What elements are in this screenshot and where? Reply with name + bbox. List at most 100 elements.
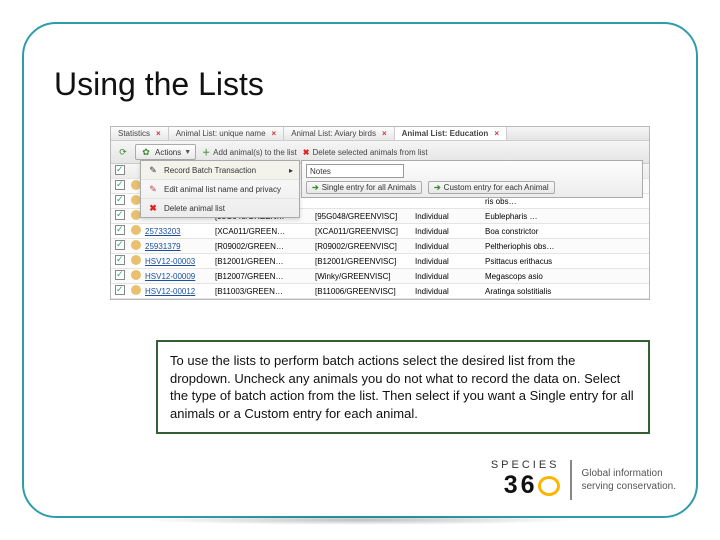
cell-b: [B11006/GREENVISC] xyxy=(313,287,413,296)
globe-icon xyxy=(538,476,560,496)
cell-b: [XCA011/GREENVISC] xyxy=(313,227,413,236)
tab-statistics[interactable]: Statistics × xyxy=(111,127,169,140)
cell-c: Individual xyxy=(413,287,483,296)
row-checkbox[interactable] xyxy=(115,255,125,265)
brand-logo: 36 xyxy=(491,471,560,500)
plus-icon: ＋ xyxy=(202,147,210,158)
cell-a: [B12001/GREEN… xyxy=(213,257,313,266)
edit-icon: ✎ xyxy=(147,183,159,195)
arrow-right-icon: ➔ xyxy=(312,183,319,192)
notes-input[interactable] xyxy=(306,164,404,178)
sex-icon xyxy=(131,255,141,265)
arrow-right-icon: ➔ xyxy=(434,183,441,192)
row-checkbox[interactable] xyxy=(115,225,125,235)
select-all-checkbox[interactable] xyxy=(115,165,125,175)
table-row: HSV12-00009 [B12007/GREEN…[Winky/GREENVIS… xyxy=(111,269,649,284)
cell-b: [B12001/GREENVISC] xyxy=(313,257,413,266)
page-title: Using the Lists xyxy=(54,66,264,103)
sex-icon xyxy=(131,270,141,280)
chevron-down-icon: ▼ xyxy=(184,149,191,156)
tab-label: Animal List: unique name xyxy=(176,129,266,138)
divider xyxy=(570,460,572,500)
cell-a: [B11003/GREEN… xyxy=(213,287,313,296)
delete-icon: ✖ xyxy=(147,202,159,214)
animal-id-link[interactable]: 25733203 xyxy=(145,227,181,236)
row-checkbox[interactable] xyxy=(115,270,125,280)
tab-list-unique[interactable]: Animal List: unique name × xyxy=(169,127,285,140)
brand-36: 36 xyxy=(504,471,538,499)
delete-animals-button[interactable]: ✖Delete selected animals from list xyxy=(303,148,428,157)
row-checkbox[interactable] xyxy=(115,285,125,295)
delete-icon: ✖ xyxy=(303,148,310,157)
delete-label: Delete selected animals from list xyxy=(312,148,427,157)
tab-bar: Statistics × Animal List: unique name × An… xyxy=(111,127,649,141)
row-checkbox[interactable] xyxy=(115,210,125,220)
tab-label: Statistics xyxy=(118,129,150,138)
cell-b: [R09002/GREENVISC] xyxy=(313,242,413,251)
custom-label: Custom entry for each Animal xyxy=(444,183,549,192)
close-icon[interactable]: × xyxy=(494,129,499,138)
menu-record-batch[interactable]: ✎ Record Batch Transaction ▸ xyxy=(141,161,299,180)
add-label: Add animal(s) to the list xyxy=(213,148,297,157)
decorative-shadow xyxy=(140,515,580,525)
cell-c: Individual xyxy=(413,257,483,266)
brand-top: SPECIES xyxy=(491,459,560,471)
sex-icon xyxy=(131,240,141,250)
menu-edit-list[interactable]: ✎ Edit animal list name and privacy xyxy=(141,180,299,199)
cell-c: Individual xyxy=(413,242,483,251)
actions-dropdown-button[interactable]: ✿ Actions ▼ xyxy=(135,144,196,160)
cell-b: [Winky/GREENVISC] xyxy=(313,272,413,281)
menu-label: Delete animal list xyxy=(164,204,225,213)
tab-label: Animal List: Education xyxy=(402,129,489,138)
custom-entry-button[interactable]: ➔Custom entry for each Animal xyxy=(428,181,555,194)
batch-entry-panel: ➔Single entry for all Animals ➔Custom en… xyxy=(301,160,643,198)
animal-id-link[interactable]: HSV12-00009 xyxy=(145,272,195,281)
refresh-icon[interactable]: ⟳ xyxy=(117,146,129,158)
single-label: Single entry for all Animals xyxy=(322,183,416,192)
menu-label: Edit animal list name and privacy xyxy=(164,185,281,194)
pencil-icon: ✎ xyxy=(147,164,159,176)
menu-label: Record Batch Transaction xyxy=(164,166,256,175)
table-row: 25733203 [XCA011/GREEN…[XCA011/GREENVISC]… xyxy=(111,224,649,239)
row-checkbox[interactable] xyxy=(115,195,125,205)
chevron-right-icon: ▸ xyxy=(289,166,293,175)
cell-a: [B12007/GREEN… xyxy=(213,272,313,281)
sex-icon xyxy=(131,225,141,235)
single-entry-button[interactable]: ➔Single entry for all Animals xyxy=(306,181,422,194)
actions-label: Actions xyxy=(155,148,181,157)
close-icon[interactable]: × xyxy=(272,129,277,138)
brand-tagline: Global informationserving conservation. xyxy=(582,467,677,493)
row-checkbox[interactable] xyxy=(115,240,125,250)
cell-d: Psittacus erithacus xyxy=(483,257,649,266)
menu-delete-list[interactable]: ✖ Delete animal list xyxy=(141,199,299,217)
add-animals-button[interactable]: ＋Add animal(s) to the list xyxy=(202,147,297,158)
cell-c: Individual xyxy=(413,272,483,281)
table-row: HSV12-00012 [B11003/GREEN…[B11006/GREENVI… xyxy=(111,284,649,299)
cell-a: [XCA011/GREEN… xyxy=(213,227,313,236)
gear-icon: ✿ xyxy=(140,146,152,158)
app-screenshot: Statistics × Animal List: unique name × An… xyxy=(110,126,650,300)
table-row: 25931379 [R09002/GREEN…[R09002/GREENVISC]… xyxy=(111,239,649,254)
cell-d: Boa constrictor xyxy=(483,227,649,236)
cell-d: Megascops asio xyxy=(483,272,649,281)
tab-list-education[interactable]: Animal List: Education × xyxy=(395,127,507,140)
cell-d: Aratinga solstitialis xyxy=(483,287,649,296)
cell-a: [R09002/GREEN… xyxy=(213,242,313,251)
actions-menu: ✎ Record Batch Transaction ▸ ✎ Edit animal … xyxy=(140,160,300,218)
animal-id-link[interactable]: HSV12-00012 xyxy=(145,287,195,296)
table-row: HSV12-00003 [B12001/GREEN…[B12001/GREENVI… xyxy=(111,254,649,269)
cell-c: Individual xyxy=(413,212,483,221)
animal-id-link[interactable]: 25931379 xyxy=(145,242,181,251)
cell-c: Individual xyxy=(413,227,483,236)
sex-icon xyxy=(131,285,141,295)
instruction-callout: To use the lists to perform batch action… xyxy=(156,340,650,434)
animal-id-link[interactable]: HSV12-00003 xyxy=(145,257,195,266)
cell-b: [95G048/GREENVISC] xyxy=(313,212,413,221)
close-icon[interactable]: × xyxy=(156,129,161,138)
brand-footer: SPECIES 36 Global informationserving con… xyxy=(491,459,676,500)
cell-d: Peltheriophis obs… xyxy=(483,242,649,251)
close-icon[interactable]: × xyxy=(382,129,387,138)
tab-label: Animal List: Aviary birds xyxy=(291,129,376,138)
row-checkbox[interactable] xyxy=(115,180,125,190)
tab-list-aviary[interactable]: Animal List: Aviary birds × xyxy=(284,127,394,140)
